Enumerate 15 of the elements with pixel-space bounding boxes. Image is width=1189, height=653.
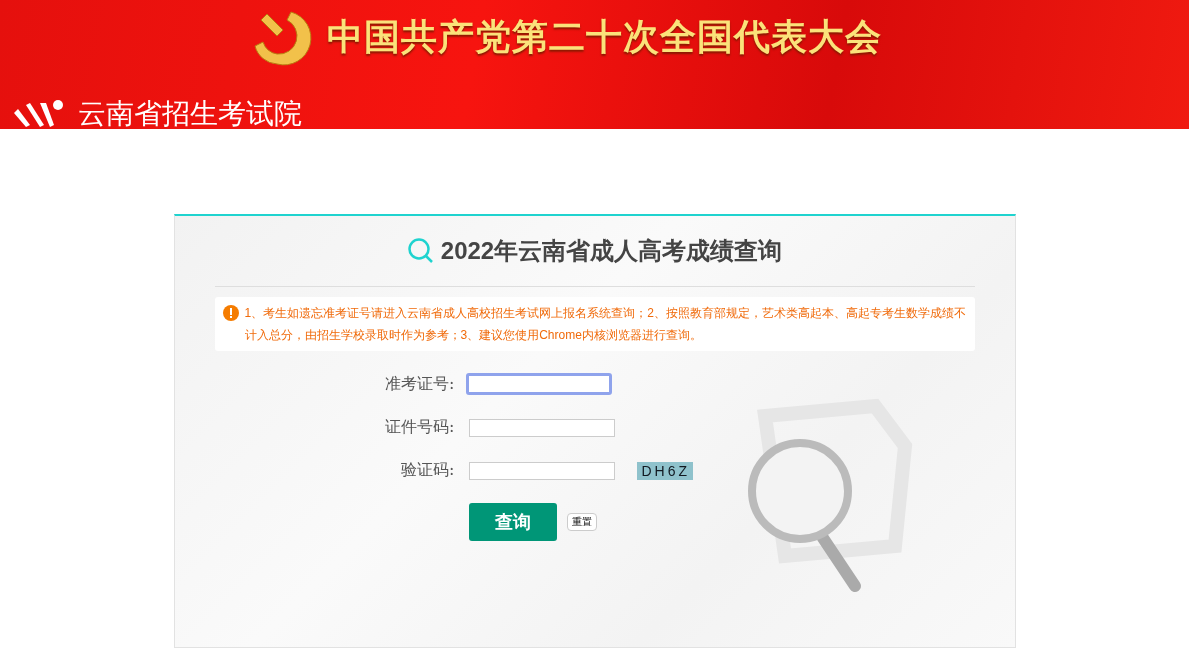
notice-text: 1、考生如遗忘准考证号请进入云南省成人高校招生考试网上报名系统查询；2、按照教育部规定，艺术类高起本、高起专考生数学成绩不计入总分，由招生学校录取时作为参考；3、建议您使用Chrome内核浏览器进行查询。	[244, 305, 967, 344]
input-field[interactable]	[468, 418, 615, 437]
search-icon	[406, 237, 435, 265]
reset-button[interactable]: 重置	[566, 513, 597, 531]
captcha-image[interactable]: DH6Z	[636, 461, 693, 480]
banner-headline: 中国共产党第二十次全国代表大会	[327, 14, 882, 59]
field-label: 准考证号:	[384, 373, 455, 395]
org-name: 云南省招生考试院	[78, 99, 302, 129]
warning-icon	[222, 305, 239, 321]
field-label: 证件号码:	[384, 417, 455, 438]
field-label: 验证码:	[400, 460, 455, 481]
query-button[interactable]: 查询	[468, 503, 557, 541]
page-title: 2022年云南省成人高考成绩查询	[440, 236, 783, 266]
input-field[interactable]	[465, 373, 612, 395]
input-field[interactable]	[468, 461, 615, 480]
